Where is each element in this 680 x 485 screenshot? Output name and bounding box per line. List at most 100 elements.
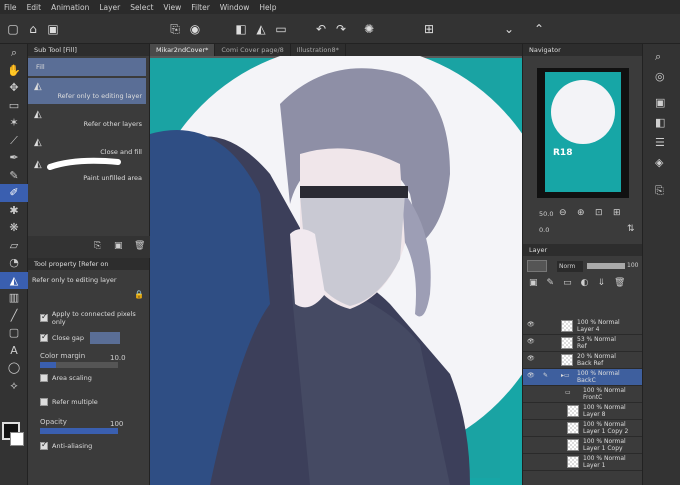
open-file-icon[interactable]: ⌂	[24, 20, 42, 38]
copy-subtool-icon[interactable]: ⎘	[94, 241, 101, 251]
material-icon[interactable]: ▣	[655, 96, 665, 109]
color-margin-slider[interactable]	[40, 362, 118, 368]
flip-icon[interactable]: ⇅	[627, 224, 635, 234]
new-file-icon[interactable]: ▢	[4, 20, 22, 38]
blend-icon[interactable]: ◔	[0, 254, 28, 272]
ruler-icon[interactable]: ◧	[232, 20, 250, 38]
menu-edit[interactable]: Edit	[27, 3, 42, 12]
area-scaling-checkbox[interactable]	[40, 374, 48, 382]
zoom-out-icon[interactable]: ⊖	[559, 208, 567, 218]
opacity-slider[interactable]	[40, 428, 118, 434]
anti-aliasing-checkbox[interactable]	[40, 440, 48, 450]
delete-subtool-icon[interactable]: 🗑	[134, 241, 145, 251]
text-tool-icon[interactable]: A	[0, 342, 28, 360]
new-raster-layer-icon[interactable]: ▣	[529, 278, 538, 294]
undo-icon[interactable]: ↶	[312, 20, 330, 38]
layer-property-icon[interactable]: ◧	[655, 116, 665, 129]
menu-view[interactable]: View	[163, 3, 181, 12]
canvas-area[interactable]	[150, 44, 522, 485]
navigator-zoom[interactable]: 50.0	[539, 210, 553, 218]
menu-layer[interactable]: Layer	[99, 3, 120, 12]
artwork-canvas[interactable]	[150, 44, 522, 485]
eye-icon[interactable]: 👁	[527, 321, 535, 328]
tab-illustration[interactable]: Illustration8*	[291, 44, 346, 56]
mask-icon[interactable]: ◐	[581, 278, 589, 294]
close-gap-selector[interactable]	[90, 332, 121, 344]
subtool-refer-editing[interactable]: ◭ Refer only to editing layer	[28, 78, 146, 104]
tab-comi-cover[interactable]: Comi Cover page/8	[215, 44, 291, 56]
actual-size-icon[interactable]: ⊞	[613, 208, 621, 218]
menu-animation[interactable]: Animation	[51, 3, 89, 12]
pen-tool-icon[interactable]: ✒	[0, 149, 28, 167]
duplicate-subtool-icon[interactable]: ▣	[114, 241, 123, 251]
eye-icon[interactable]: 👁	[527, 338, 535, 345]
chevron-down-icon[interactable]: ⌄	[500, 20, 518, 38]
eye-icon[interactable]: 👁	[527, 372, 535, 379]
fill-tool-icon[interactable]: ◭	[252, 20, 270, 38]
brush-tool-icon[interactable]: ✐	[0, 184, 28, 202]
layer-row[interactable]: 100 % Normal Layer 1	[523, 454, 643, 471]
layer-row[interactable]: 👁 20 % Normal Back Ref	[523, 352, 643, 369]
fit-icon[interactable]: ⊡	[595, 208, 603, 218]
stack-icon[interactable]: ☰	[655, 136, 665, 149]
area-scaling-row[interactable]: Area scaling	[40, 374, 92, 382]
history-icon[interactable]: ⎘	[655, 184, 664, 198]
refer-multiple-checkbox[interactable]	[40, 398, 48, 406]
layer-row[interactable]: 👁 100 % Normal Layer 4	[523, 318, 643, 335]
new-folder-icon[interactable]: ▭	[563, 278, 572, 294]
airbrush-icon[interactable]: ✱	[0, 202, 28, 220]
layer-icon[interactable]: ▭	[272, 20, 290, 38]
layer-row[interactable]: 100 % Normal Layer 8	[523, 403, 643, 420]
layer-color-box[interactable]	[527, 260, 547, 272]
sub-color-swatch[interactable]	[10, 432, 24, 446]
menu-help[interactable]: Help	[259, 3, 276, 12]
tab-mikar-cover[interactable]: Mikar2ndCover*	[150, 44, 216, 56]
eye-icon[interactable]: 👁	[527, 355, 535, 362]
merge-icon[interactable]: ⇓	[597, 278, 605, 294]
lock-icon[interactable]: 🔒	[134, 290, 144, 299]
layer-opacity-value[interactable]: 100	[627, 262, 638, 269]
layout-icon[interactable]: ⊞	[420, 20, 438, 38]
menu-select[interactable]: Select	[130, 3, 153, 12]
layer-row[interactable]: 👁 ✎ ▸▭ 100 % Normal BackC	[523, 369, 643, 386]
zoom-tool-icon[interactable]: ⌕	[0, 44, 28, 62]
new-vector-layer-icon[interactable]: ✎	[547, 278, 555, 294]
correct-line-icon[interactable]: ⟡	[0, 377, 28, 395]
snap-icon[interactable]: ✺	[360, 20, 378, 38]
search-icon[interactable]: ⌕	[655, 50, 661, 64]
close-gap-row[interactable]: Close gap	[40, 332, 121, 344]
anti-aliasing-row[interactable]: Anti-aliasing	[40, 440, 92, 450]
gradient-icon[interactable]: ▥	[0, 289, 28, 307]
subtool-paint-unfilled[interactable]: ◭ Paint unfilled area	[28, 156, 146, 184]
pencil-tool-icon[interactable]: ✎	[0, 167, 28, 185]
layer-row[interactable]: 100 % Normal Layer 1 Copy 2	[523, 420, 643, 437]
chevron-up-icon[interactable]: ⌃	[530, 20, 548, 38]
save-icon[interactable]: ▣	[44, 20, 62, 38]
import-icon[interactable]: ⎘	[166, 20, 184, 38]
blend-mode-select[interactable]: Norm	[557, 261, 583, 272]
eraser-icon[interactable]: ▱	[0, 237, 28, 255]
decoration-icon[interactable]: ❋	[0, 219, 28, 237]
close-gap-checkbox[interactable]	[40, 332, 48, 342]
subtool-fill[interactable]: Fill	[28, 58, 146, 76]
navigator-angle[interactable]: 0.0	[539, 226, 549, 234]
move-tool-icon[interactable]: ✥	[0, 79, 28, 97]
redo-icon[interactable]: ↷	[332, 20, 350, 38]
layer-row[interactable]: 100 % Normal Layer 1 Copy	[523, 437, 643, 454]
color-wheel-icon[interactable]: ◎	[655, 70, 665, 83]
hand-tool-icon[interactable]: ✋	[0, 62, 28, 80]
layer-row[interactable]: ▭ 100 % Normal FrontC	[523, 386, 643, 403]
fill-icon[interactable]: ◭	[0, 271, 28, 289]
menu-window[interactable]: Window	[220, 3, 250, 12]
select-tool-icon[interactable]: ▭	[0, 97, 28, 115]
eyedropper-icon[interactable]: ⟋	[0, 132, 28, 150]
zoom-in-icon[interactable]: ⊕	[577, 208, 585, 218]
refer-multiple-row[interactable]: Refer multiple	[40, 398, 98, 406]
menu-filter[interactable]: Filter	[191, 3, 210, 12]
magic-wand-icon[interactable]: ✶	[0, 114, 28, 132]
frame-icon[interactable]: ▢	[0, 324, 28, 342]
layer-opacity-slider[interactable]	[587, 263, 625, 269]
layers-icon[interactable]: ◈	[655, 156, 663, 169]
apply-connected-checkbox[interactable]	[40, 312, 48, 322]
figure-icon[interactable]: ╱	[0, 307, 28, 325]
